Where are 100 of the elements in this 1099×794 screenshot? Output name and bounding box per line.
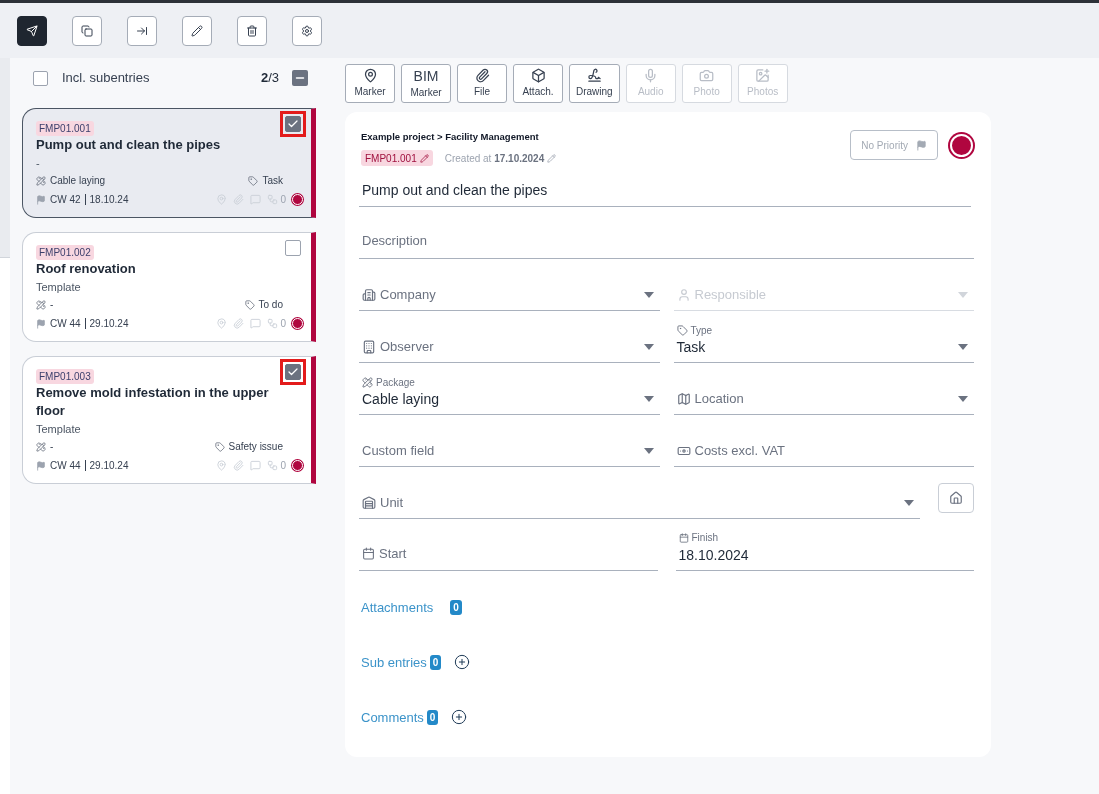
entry-card[interactable]: FMP01.002 Roof renovation Template - To do CW 44 29.10.24 0 <box>22 232 316 342</box>
input-field[interactable]: Costs excl. VAT <box>673 423 974 468</box>
subentries-icon <box>267 318 279 329</box>
select-field[interactable]: Company <box>359 267 660 312</box>
field-placeholder: Custom field <box>362 441 435 460</box>
field-placeholder: Observer <box>380 337 434 356</box>
dropdown-caret-icon <box>643 448 654 455</box>
tools-icon <box>36 299 46 310</box>
count-badge: 0 <box>426 709 439 725</box>
section-link[interactable]: Attachments <box>361 597 434 617</box>
entry-title: Remove mold infestation in the upper floor <box>36 384 270 420</box>
entry-title: Pump out and clean the pipes <box>36 136 221 154</box>
entry-package: - <box>50 298 54 312</box>
flag-icon <box>36 318 46 329</box>
attachment-button[interactable]: Drawing <box>569 64 620 103</box>
subentry-count: 0 <box>280 317 286 331</box>
map-icon <box>676 391 691 406</box>
entry-week: CW 42 <box>50 193 81 207</box>
section-link[interactable]: Sub entries <box>361 652 427 672</box>
settings-icon <box>301 24 313 37</box>
paperclip-icon <box>233 194 245 205</box>
entry-checkbox[interactable] <box>285 364 301 380</box>
map-pin-icon <box>362 68 378 83</box>
tools-icon <box>36 175 46 186</box>
comment-icon <box>250 460 262 471</box>
entry-date: 29.10.24 <box>89 317 129 331</box>
attachment-button[interactable]: Marker <box>345 64 395 103</box>
add-icon[interactable] <box>451 709 468 726</box>
breadcrumb: Example project > Facility Management <box>361 130 540 144</box>
microphone-icon <box>643 68 659 83</box>
checkbox[interactable] <box>33 70 48 86</box>
entry-id-badge: FMP01.003 <box>36 369 94 384</box>
field-placeholder: Costs excl. VAT <box>694 441 786 460</box>
select-field[interactable]: Package Cable laying <box>359 371 660 416</box>
entry-id-badge: FMP01.002 <box>36 245 94 260</box>
field-placeholder: Location <box>694 389 744 408</box>
add-icon[interactable] <box>454 654 471 671</box>
subentry-count: 0 <box>280 459 286 473</box>
select-field[interactable]: Location <box>673 371 974 416</box>
field-label: Package <box>376 376 415 391</box>
cube-icon <box>530 68 546 83</box>
section-link[interactable]: Comments <box>361 707 424 727</box>
dropdown-caret-icon <box>643 396 654 403</box>
building-icon <box>362 287 376 302</box>
title-field[interactable]: Pump out and clean the pipes <box>359 174 971 208</box>
paperclip-icon <box>233 460 245 471</box>
field-value: Task <box>676 338 707 357</box>
unit-button[interactable] <box>938 483 974 514</box>
paperclip-icon <box>233 318 245 329</box>
attachment-button[interactable]: BIM Marker <box>401 64 451 103</box>
dropdown-caret-icon <box>904 500 914 507</box>
map-pin-icon <box>216 460 228 471</box>
map-pin-icon <box>216 194 228 205</box>
send-icon <box>26 24 38 37</box>
select-field[interactable]: Custom field <box>359 423 660 468</box>
field-placeholder: Responsible <box>694 285 767 304</box>
description-field[interactable]: Description <box>359 223 974 260</box>
entry-card[interactable]: FMP01.001 Pump out and clean the pipes - Cable laying Task CW 42 18.10.24 0 <box>22 108 316 218</box>
entry-checkbox[interactable] <box>285 116 301 132</box>
select-field[interactable]: Type Task <box>673 319 974 364</box>
entry-type: Safety issue <box>228 440 283 454</box>
copy-icon <box>81 24 93 37</box>
entry-package: - <box>50 440 54 454</box>
date-field[interactable]: Finish 18.10.2024 <box>675 527 974 572</box>
select-field[interactable]: Unit <box>359 475 920 520</box>
entry-title: Roof renovation <box>36 260 136 278</box>
select-all-checkbox[interactable] <box>292 70 308 86</box>
tools-icon <box>36 441 46 452</box>
toolbar-button[interactable] <box>17 15 47 46</box>
entry-subtitle: Template <box>36 422 81 437</box>
attachment-button[interactable]: Attach. <box>513 64 563 103</box>
attachment-button[interactable]: File <box>457 64 507 103</box>
date-field[interactable]: Start <box>359 527 658 572</box>
tag-icon <box>676 325 688 337</box>
pencil-icon <box>547 153 557 163</box>
map-pin-icon <box>216 318 228 329</box>
entry-id-badge: FMP01.001 <box>36 121 94 136</box>
subentries-icon <box>267 460 279 471</box>
calendar-icon <box>678 532 689 543</box>
entry-id-badge[interactable]: FMP01.001 <box>361 150 433 167</box>
subentries-icon <box>267 194 279 205</box>
entry-card[interactable]: FMP01.003 Remove mold infestation in the upper floor Template - Safety issue CW 44 29.10.24 0 <box>22 356 316 484</box>
calendar-icon <box>362 547 375 560</box>
tools-icon <box>362 377 373 389</box>
dropdown-caret-icon <box>958 292 968 299</box>
status-dot[interactable] <box>948 132 975 159</box>
subentry-count: 0 <box>280 193 286 207</box>
entry-checkbox[interactable] <box>285 240 301 256</box>
count-badge: 0 <box>429 654 442 670</box>
tag-icon <box>244 299 255 310</box>
flag-icon <box>36 194 46 205</box>
camera-icon <box>699 68 715 83</box>
entry-date: 29.10.24 <box>89 459 129 473</box>
check-icon <box>287 118 299 130</box>
house-icon <box>949 491 963 506</box>
select-field[interactable]: Observer <box>359 319 660 364</box>
entry-subtitle: Template <box>36 280 81 295</box>
paperclip-icon <box>474 68 490 83</box>
user-icon <box>676 287 691 302</box>
warehouse-icon <box>362 495 376 510</box>
